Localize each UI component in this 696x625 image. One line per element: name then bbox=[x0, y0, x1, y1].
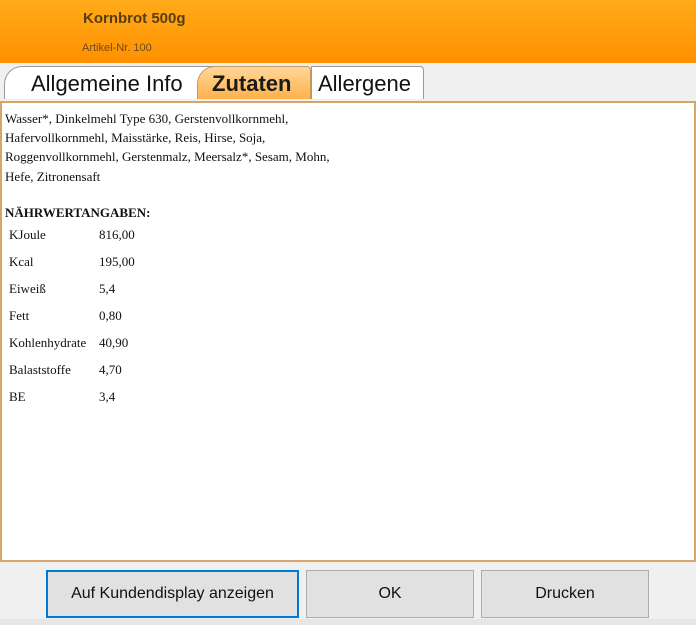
ingredients-text: Wasser*, Dinkelmehl Type 630, Gerstenvol… bbox=[5, 111, 330, 184]
print-button[interactable]: Drucken bbox=[481, 570, 649, 618]
nutrition-label: Eiweiß bbox=[9, 281, 46, 296]
header-bar: Kornbrot 500g Artikel-Nr. 100 bbox=[0, 0, 696, 63]
nutrition-value: 40,90 bbox=[99, 335, 129, 350]
tab-allergens[interactable]: Allergene bbox=[311, 66, 424, 99]
nutrition-row: Balaststoffe 4,70 bbox=[9, 362, 209, 389]
nutrition-row: Kcal 195,00 bbox=[9, 254, 209, 281]
nutrition-label: Kcal bbox=[9, 254, 34, 269]
nutrition-label: KJoule bbox=[9, 227, 46, 242]
product-title: Kornbrot 500g bbox=[83, 10, 186, 27]
nutrition-row: BE 3,4 bbox=[9, 389, 209, 416]
nutrition-value: 4,70 bbox=[99, 362, 122, 377]
nutrition-value: 195,00 bbox=[99, 254, 135, 269]
nutrition-label: Fett bbox=[9, 308, 30, 323]
tab-general-info[interactable]: Allgemeine Info bbox=[4, 66, 222, 99]
nutrition-row: Kohlenhydrate 40,90 bbox=[9, 335, 209, 362]
nutrition-label: Kohlenhydrate bbox=[9, 335, 87, 350]
nutrition-row: Fett 0,80 bbox=[9, 308, 209, 335]
nutrition-value: 3,4 bbox=[99, 389, 116, 404]
ingredients-panel: Wasser*, Dinkelmehl Type 630, Gerstenvol… bbox=[0, 101, 696, 562]
tab-ingredients[interactable]: Zutaten bbox=[197, 66, 311, 99]
nutrition-table: KJoule 816,00 Kcal 195,00 Eiweiß 5,4 Fet… bbox=[9, 227, 209, 416]
background-strip bbox=[0, 619, 696, 625]
ok-button[interactable]: OK bbox=[306, 570, 474, 618]
nutrition-value: 0,80 bbox=[99, 308, 122, 323]
nutrition-row: Eiweiß 5,4 bbox=[9, 281, 209, 308]
article-number: Artikel-Nr. 100 bbox=[82, 42, 152, 54]
nutrition-value: 816,00 bbox=[99, 227, 135, 242]
nutrition-label: Balaststoffe bbox=[9, 362, 71, 377]
show-on-customer-display-button[interactable]: Auf Kundendisplay anzeigen bbox=[46, 570, 299, 618]
nutrition-heading: NÄHRWERTANGABEN: bbox=[5, 205, 151, 220]
nutrition-label: BE bbox=[9, 389, 26, 404]
nutrition-row: KJoule 816,00 bbox=[9, 227, 209, 254]
nutrition-value: 5,4 bbox=[99, 281, 116, 296]
